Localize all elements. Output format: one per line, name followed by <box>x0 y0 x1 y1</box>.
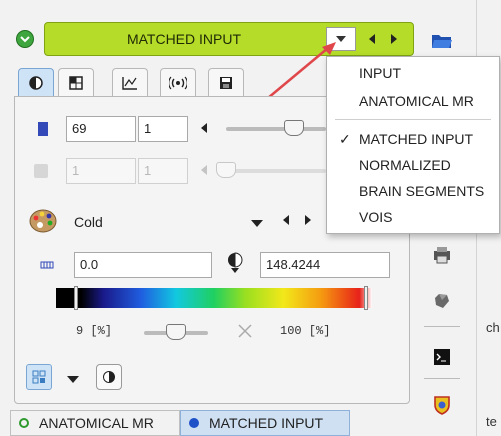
frame-slider-thumb[interactable] <box>284 120 304 136</box>
frame-slider-track[interactable] <box>226 127 326 131</box>
tab-save[interactable] <box>208 68 244 96</box>
status-dot-icon <box>19 418 29 428</box>
bottom-tab-anatomical[interactable]: ANATOMICAL MR <box>10 410 180 436</box>
clipped-text-ch: ch <box>486 320 500 335</box>
bottom-tab-anatomical-label: ANATOMICAL MR <box>39 415 154 431</box>
console-button[interactable] <box>418 344 466 370</box>
options-dropdown-icon[interactable] <box>66 372 80 387</box>
frame-color-swatch <box>38 122 48 136</box>
bottom-tab-bar: ANATOMICAL MR MATCHED INPUT <box>0 410 360 436</box>
prev-arrow-icon[interactable] <box>366 31 378 50</box>
range-max-field[interactable]: 148.4244 <box>260 252 390 278</box>
terminal-icon <box>434 349 450 365</box>
shield-icon <box>434 396 450 415</box>
percent-upper: 100 [%] <box>280 324 331 338</box>
disabled-left-arrow-icon <box>200 164 208 179</box>
colorbar-lower-marker[interactable] <box>74 286 78 310</box>
data-selection-menu: INPUT ANATOMICAL MR ✓ MATCHED INPUT NORM… <box>326 56 500 234</box>
menu-item-anatomical-mr[interactable]: ANATOMICAL MR <box>359 93 474 109</box>
gem-button[interactable] <box>418 288 466 314</box>
disabled-slider-thumb <box>216 162 236 178</box>
range-min-field[interactable]: 0.0 <box>74 252 212 278</box>
next-arrow-icon[interactable] <box>388 31 400 50</box>
frame-field-2[interactable]: 1 <box>138 116 188 142</box>
printer-icon <box>434 247 450 264</box>
clipped-text-te: te <box>486 414 497 429</box>
open-folder-button[interactable] <box>418 28 466 54</box>
palette-icon[interactable] <box>28 208 58 237</box>
contrast-icon <box>29 75 43 90</box>
invert-icon <box>103 371 115 383</box>
save-disk-icon <box>220 76 232 89</box>
status-dot-icon <box>189 418 199 428</box>
bottom-tab-matched-label: MATCHED INPUT <box>209 415 324 431</box>
tab-chart[interactable] <box>112 68 148 96</box>
layout-grid-icon <box>69 75 83 90</box>
menu-item-matched-input[interactable]: MATCHED INPUT <box>359 131 473 147</box>
colormap-prev-icon[interactable] <box>282 214 290 229</box>
tab-contrast[interactable] <box>18 68 54 96</box>
gem-icon <box>435 294 449 308</box>
tab-broadcast[interactable] <box>160 68 196 96</box>
frame-left-arrow-icon[interactable] <box>200 122 208 137</box>
frame-disabled-field-2: 1 <box>138 158 188 184</box>
collapse-toggle-icon[interactable] <box>16 30 34 48</box>
checkmark-icon: ✓ <box>339 131 351 147</box>
toolbar-separator-1 <box>424 326 460 327</box>
broadcast-icon <box>169 76 187 89</box>
printer-button[interactable] <box>418 242 466 268</box>
tab-layout[interactable] <box>58 68 94 96</box>
auto-range-icon[interactable] <box>226 252 244 277</box>
percent-slider-thumb[interactable] <box>166 324 186 340</box>
menu-item-normalized[interactable]: NORMALIZED <box>359 157 451 173</box>
bottom-tab-matched[interactable]: MATCHED INPUT <box>180 410 350 436</box>
invert-button[interactable] <box>96 364 122 390</box>
folder-icon <box>432 35 452 48</box>
menu-item-vois[interactable]: VOIS <box>359 209 392 225</box>
colormap-dropdown-icon[interactable] <box>250 216 264 231</box>
options-button[interactable] <box>26 364 52 390</box>
menu-separator <box>335 119 491 120</box>
menu-item-input[interactable]: INPUT <box>359 65 401 81</box>
grid-options-icon <box>32 370 46 384</box>
data-selector-bar[interactable]: MATCHED INPUT <box>44 22 414 56</box>
toolbar-separator-2 <box>424 378 460 379</box>
colorbar-upper-marker[interactable] <box>364 286 368 310</box>
frame-disabled-icon <box>34 164 48 178</box>
frame-disabled-field-1: 1 <box>66 158 136 184</box>
percent-lower: 9 [%] <box>76 324 113 338</box>
menu-item-brain-segments[interactable]: BRAIN SEGMENTS <box>359 183 484 199</box>
shield-button[interactable] <box>418 392 466 418</box>
colormap-next-icon[interactable] <box>304 214 312 229</box>
disabled-slider-track <box>226 169 326 173</box>
range-icon <box>40 258 54 273</box>
colorbar[interactable] <box>56 288 372 308</box>
colormap-name: Cold <box>74 214 103 230</box>
frame-field-1[interactable]: 69 <box>66 116 136 142</box>
percent-link-icon[interactable] <box>236 322 254 343</box>
chart-icon <box>122 76 137 90</box>
